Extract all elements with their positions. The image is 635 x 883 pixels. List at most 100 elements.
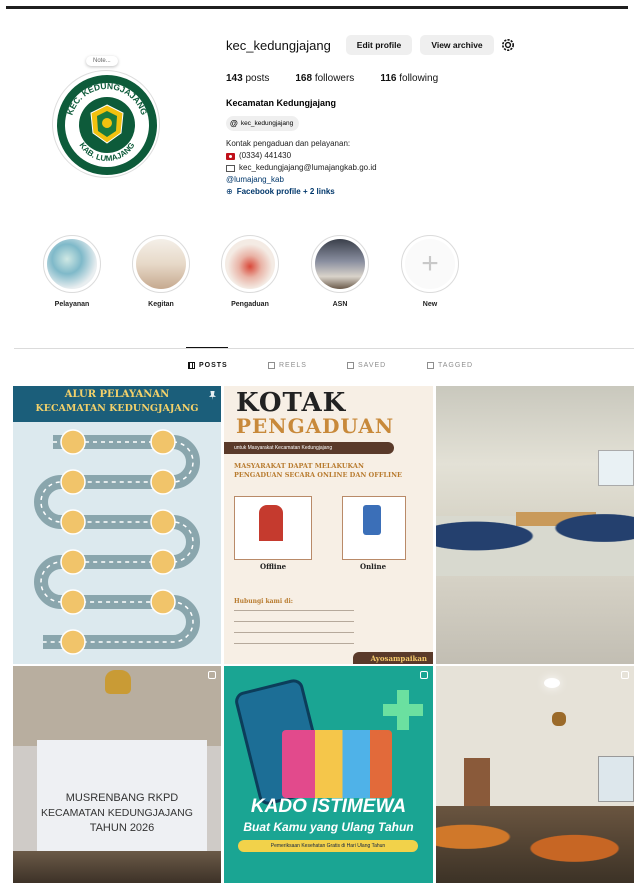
avatar[interactable]: KEC. KEDUNGJAJANG KAB. LUMAJANG — [52, 70, 160, 178]
tagged-user-icon — [427, 362, 434, 369]
post-title: KADO ISTIMEWA — [250, 796, 407, 817]
photo-audience — [436, 496, 634, 576]
contact-heading: Hubungi kami di: — [234, 598, 293, 605]
highlight-ring — [311, 235, 369, 293]
note-bubble[interactable]: Note... — [86, 56, 118, 66]
post-banner: Pemeriksaan Kesehatan Gratis di Hari Ula… — [238, 840, 418, 852]
post-kado-istimewa[interactable]: KADO ISTIMEWA Buat Kamu yang Ulang Tahun… — [224, 666, 433, 883]
posts-label: posts — [245, 73, 270, 84]
highlight-ring — [132, 235, 190, 293]
post-subtitle-band: untuk Masyarakat Kecamatan Kedungjajang — [224, 442, 394, 454]
banner-line1: MUSRENBANG RKPD — [65, 792, 179, 804]
link-icon: ⊕ — [226, 187, 233, 196]
highlight-ring: + — [401, 235, 459, 293]
highlight-pelayanan[interactable]: Pelayanan — [40, 235, 104, 308]
telephone-icon — [226, 152, 235, 160]
tab-posts[interactable]: POSTS — [188, 362, 228, 369]
highlight-kegitan[interactable]: Kegitan — [129, 235, 193, 308]
bio-links[interactable]: Facebook profile + 2 links — [237, 186, 335, 198]
highlight-pengaduan[interactable]: Pengaduan — [218, 235, 282, 308]
threads-badge[interactable]: @ kec_kedungjajang — [226, 116, 300, 131]
photo-floor — [436, 576, 634, 664]
highlight-cover-pengaduan — [225, 239, 275, 289]
photo-people — [13, 851, 221, 883]
photo-ceiling-light — [544, 678, 560, 688]
highlight-cover-asn — [315, 239, 365, 289]
followers-count: 168 — [295, 73, 313, 84]
post-headline: MASYARAKAT DAPAT MELAKUKAN PENGADUAN SEC… — [234, 462, 402, 479]
bio-mention-link[interactable]: @lumajang_kab — [226, 174, 284, 186]
post-musrenbang[interactable]: MUSRENBANG RKPD KECAMATAN KEDUNGJAJANG T… — [13, 666, 221, 883]
profile-avatar[interactable]: KEC. KEDUNGJAJANG KAB. LUMAJANG Note... — [52, 56, 164, 178]
phone-icon — [363, 505, 381, 535]
flow-diagram — [34, 429, 200, 655]
reels-icon — [268, 362, 275, 369]
photo-screen — [598, 450, 634, 486]
tab-tagged-label: TAGGED — [438, 362, 474, 369]
banner-line3: TAHUN 2026 — [89, 822, 155, 834]
tab-posts-label: POSTS — [199, 362, 228, 369]
posts-count: 143 — [226, 73, 243, 84]
photo-screen — [598, 756, 634, 802]
profile-bio: Kontak pengaduan dan pelayanan: (0334) 4… — [226, 138, 377, 198]
post-subtitle: Buat Kamu yang Ulang Tahun — [243, 820, 414, 834]
highlight-label: Pelayanan — [54, 301, 90, 308]
post-title-1: ALUR PELAYANAN — [64, 389, 170, 400]
carousel-icon — [208, 671, 216, 679]
carousel-icon — [420, 671, 428, 679]
highlight-cover-kegitan — [136, 239, 186, 289]
post-alur-pelayanan[interactable]: ALUR PELAYANAN KECAMATAN KEDUNGJAJANG — [13, 386, 221, 664]
active-tab-indicator — [186, 347, 228, 348]
footer-hashtag: Ayosampaikan — [370, 654, 427, 663]
gift-boxes — [282, 730, 392, 798]
tabs-divider — [14, 348, 634, 349]
carousel-icon — [621, 671, 629, 679]
envelope-icon — [226, 164, 235, 172]
highlight-ring — [43, 235, 101, 293]
tab-tagged[interactable]: TAGGED — [427, 362, 473, 369]
bio-phone: (0334) 441430 — [239, 151, 292, 160]
highlight-ring — [221, 235, 279, 293]
banner-line2: KECAMATAN KEDUNGJAJANG — [41, 807, 193, 819]
post-title-pengaduan: PENGADUAN — [236, 414, 395, 438]
view-archive-button[interactable]: View archive — [420, 35, 494, 55]
highlight-label: Kegitan — [148, 301, 174, 308]
online-panel — [342, 496, 406, 560]
cross-icon — [383, 690, 423, 730]
post-kotak-pengaduan[interactable]: KOTAK PENGADUAN untuk Masyarakat Kecamat… — [224, 386, 433, 664]
highlight-label: ASN — [332, 301, 348, 308]
tab-reels-label: REELS — [279, 362, 307, 369]
posts-stat: 143 posts — [226, 73, 269, 84]
post-meeting-photo-2[interactable] — [436, 666, 634, 883]
post-meeting-photo[interactable] — [436, 386, 634, 664]
post-title-2: KECAMATAN KEDUNGJAJANG — [35, 403, 199, 414]
threads-handle: kec_kedungjajang — [240, 120, 294, 127]
tab-saved-label: SAVED — [358, 362, 387, 369]
garuda-emblem — [105, 670, 131, 694]
settings-gear-icon[interactable] — [500, 37, 516, 53]
followers-label: followers — [314, 73, 355, 84]
highlight-asn[interactable]: ASN — [308, 235, 372, 308]
garuda-emblem — [552, 712, 566, 726]
bookmark-icon — [347, 362, 354, 369]
offline-panel — [234, 496, 312, 560]
highlight-cover-pelayanan — [47, 239, 97, 289]
top-border — [6, 6, 628, 9]
profile-username: kec_kedungjajang — [226, 38, 331, 53]
grid-icon — [188, 362, 195, 369]
highlight-new[interactable]: + New — [398, 235, 462, 308]
edit-profile-button[interactable]: Edit profile — [346, 35, 412, 55]
profile-stats: 143 posts 168 followers 116 following — [226, 73, 438, 84]
contact-lines — [234, 610, 354, 654]
plus-icon: + — [405, 239, 455, 289]
bio-line1: Kontak pengaduan dan pelayanan: — [226, 139, 351, 148]
tab-reels[interactable]: REELS — [268, 362, 307, 369]
mailbox-icon — [259, 505, 283, 541]
following-stat[interactable]: 116 following — [380, 73, 438, 84]
highlight-label: Pengaduan — [231, 301, 269, 308]
threads-icon: @ — [230, 119, 238, 128]
online-label: Online — [360, 562, 387, 571]
following-label: following — [399, 73, 439, 84]
followers-stat[interactable]: 168 followers — [295, 73, 354, 84]
tab-saved[interactable]: SAVED — [347, 362, 386, 369]
